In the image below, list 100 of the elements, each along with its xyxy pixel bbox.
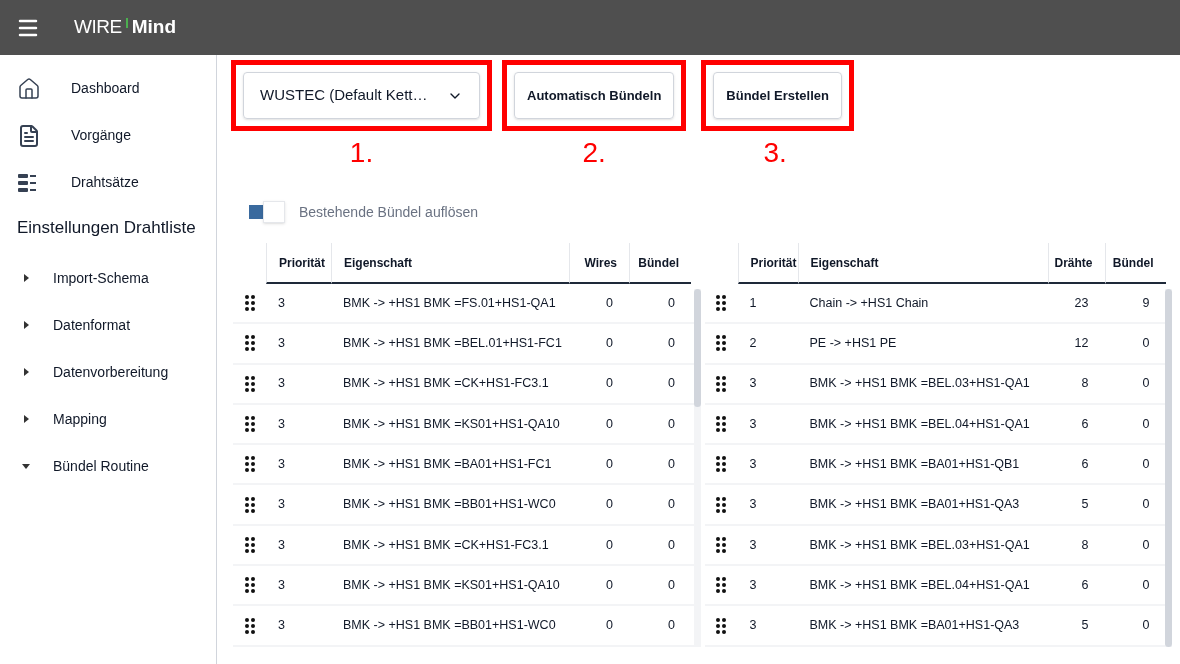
table-cell-text: BMK -> +HS1 BMK =BEL.04+HS1-QA1 (808, 415, 1031, 433)
table-cell-text: 0 (667, 576, 676, 594)
drag-handle-icon[interactable] (716, 456, 726, 473)
table-cell-text: BMK -> +HS1 BMK =FS.01+HS1-QA1 (342, 294, 557, 312)
column-header: Bündel (629, 243, 691, 284)
caret-icon (22, 368, 30, 376)
nav-item[interactable]: Drahtsätze (0, 159, 216, 206)
drag-handle-icon[interactable] (244, 496, 255, 513)
table-cell-text: 3 (277, 415, 286, 433)
caret-icon (22, 321, 30, 329)
table-cell-text: 3 (748, 576, 758, 594)
table-cell-text: BMK -> +HS1 BMK =BEL.01+HS1-FC1 (342, 335, 563, 353)
table-cell-text: 0 (1141, 576, 1151, 594)
drag-handle-icon[interactable] (244, 335, 255, 352)
table-cell-text: 0 (667, 496, 676, 514)
table-cell-text: 3 (277, 496, 286, 514)
table-cell-text: BMK -> +HS1 BMK =KS01+HS1-QA10 (342, 415, 561, 433)
drag-handle-icon[interactable] (716, 536, 726, 553)
drag-handle-icon[interactable] (716, 577, 726, 594)
table-cell-text: 6 (1080, 576, 1090, 594)
table-cell-text: 0 (605, 375, 614, 393)
table-cell-text: Chain -> +HS1 Chain (808, 294, 930, 312)
table-cell-text: 3 (277, 294, 286, 312)
drag-handle-icon[interactable] (244, 295, 255, 312)
table-cell-text: 0 (667, 335, 676, 353)
table-cell-text: 0 (605, 455, 614, 473)
table-cell-text: 6 (1080, 455, 1090, 473)
table-cell-text: 0 (605, 415, 614, 433)
table-cell-text: 0 (1141, 496, 1151, 514)
drag-handle-icon[interactable] (716, 375, 726, 392)
table-cell-text: BMK -> +HS1 BMK =BEL.03+HS1-QA1 (808, 375, 1031, 393)
table-cell-text: BMK -> +HS1 BMK =BB01+HS1-WC0 (342, 617, 557, 635)
table-cell-text: 8 (1080, 375, 1090, 393)
step-number: 1. (349, 139, 374, 167)
drag-handle-icon[interactable] (716, 335, 726, 352)
home-icon (17, 76, 41, 101)
logo-text: Mind (131, 15, 177, 40)
settings-item[interactable]: Datenvorbereitung (0, 348, 216, 396)
column-header: Eigenschaft (331, 243, 569, 284)
table-cell-text: 0 (605, 576, 614, 594)
drag-handle-icon[interactable] (244, 416, 255, 433)
table-cell-text: 6 (1080, 415, 1090, 433)
table-cell-text: 0 (667, 294, 676, 312)
action-button[interactable]: Automatisch Bündeln (514, 72, 675, 119)
nav-item[interactable]: Vorgänge (0, 112, 216, 159)
table-cell-text: 0 (605, 496, 614, 514)
drag-handle-icon[interactable] (716, 295, 726, 312)
list-icon (17, 171, 39, 194)
step-number: 2. (582, 139, 606, 167)
table-cell-text: PE -> +HS1 PE (808, 335, 898, 353)
table-cell-text: 23 (1073, 294, 1090, 312)
settings-item[interactable]: Datenformat (0, 301, 216, 349)
drag-handle-icon[interactable] (716, 617, 726, 634)
drag-handle-icon[interactable] (244, 456, 255, 473)
toggle-label: Bestehende Bündel auflösen (299, 202, 479, 222)
column-header: Eigenschaft (797, 243, 1048, 284)
caret-icon (22, 462, 30, 470)
table-cell-text: 1 (748, 294, 758, 312)
table-cell-text: 0 (667, 415, 676, 433)
table-cell-text: 3 (748, 455, 758, 473)
drag-handle-icon[interactable] (244, 577, 255, 594)
toggle-switch[interactable] (247, 201, 285, 223)
document-icon (17, 123, 41, 148)
table-cell-text: 9 (1141, 294, 1151, 312)
table-cell-text: 0 (1141, 617, 1151, 635)
table-cell-text: BMK -> +HS1 BMK =KS01+HS1-QA10 (342, 576, 561, 594)
table-cell-text: BMK -> +HS1 BMK =BEL.03+HS1-QA1 (808, 536, 1031, 554)
chain-dropdown[interactable]: WUSTEC (Default Kett… (243, 72, 480, 119)
table-cell-text: 3 (277, 536, 286, 554)
table-cell-text: 3 (748, 536, 758, 554)
table-cell-text: 0 (667, 617, 676, 635)
settings-item[interactable]: Import-Schema (0, 254, 216, 302)
table-cell-text: 0 (1141, 415, 1151, 433)
section-title: Einstellungen Drahtliste (16, 217, 197, 239)
logo-mark-icon (125, 17, 128, 28)
table-cell-text: 0 (1141, 375, 1151, 393)
caret-icon (22, 274, 30, 282)
drag-handle-icon[interactable] (244, 617, 255, 634)
table-cell-text: 3 (748, 617, 758, 635)
table-cell-text: 3 (277, 617, 286, 635)
settings-item[interactable]: Mapping (0, 395, 216, 443)
table-cell-text: BMK -> +HS1 BMK =BB01+HS1-WC0 (342, 496, 557, 514)
drag-handle-icon[interactable] (244, 375, 255, 392)
table-cell-text: 0 (1141, 455, 1151, 473)
table-cell-text: 12 (1073, 335, 1090, 353)
drag-handle-icon[interactable] (244, 536, 255, 553)
logo-text: WIRE (74, 15, 122, 40)
table-cell-text: BMK -> +HS1 BMK =BA01+HS1-QA3 (808, 617, 1021, 635)
settings-item[interactable]: Bündel Routine (0, 442, 216, 490)
nav-item[interactable]: Dashboard (0, 65, 216, 112)
table-cell-text: 0 (605, 335, 614, 353)
table-cell-text: 5 (1080, 496, 1090, 514)
drag-handle-icon[interactable] (716, 416, 726, 433)
table-cell-text: 3 (277, 576, 286, 594)
table-cell-text: 0 (605, 617, 614, 635)
table-cell-text: 3 (748, 375, 758, 393)
column-header: Bündel (1104, 243, 1166, 284)
action-button[interactable]: Bündel Erstellen (713, 72, 842, 119)
drag-handle-icon[interactable] (716, 496, 726, 513)
table-cell-text: BMK -> +HS1 BMK =CK+HS1-FC3.1 (342, 375, 550, 393)
